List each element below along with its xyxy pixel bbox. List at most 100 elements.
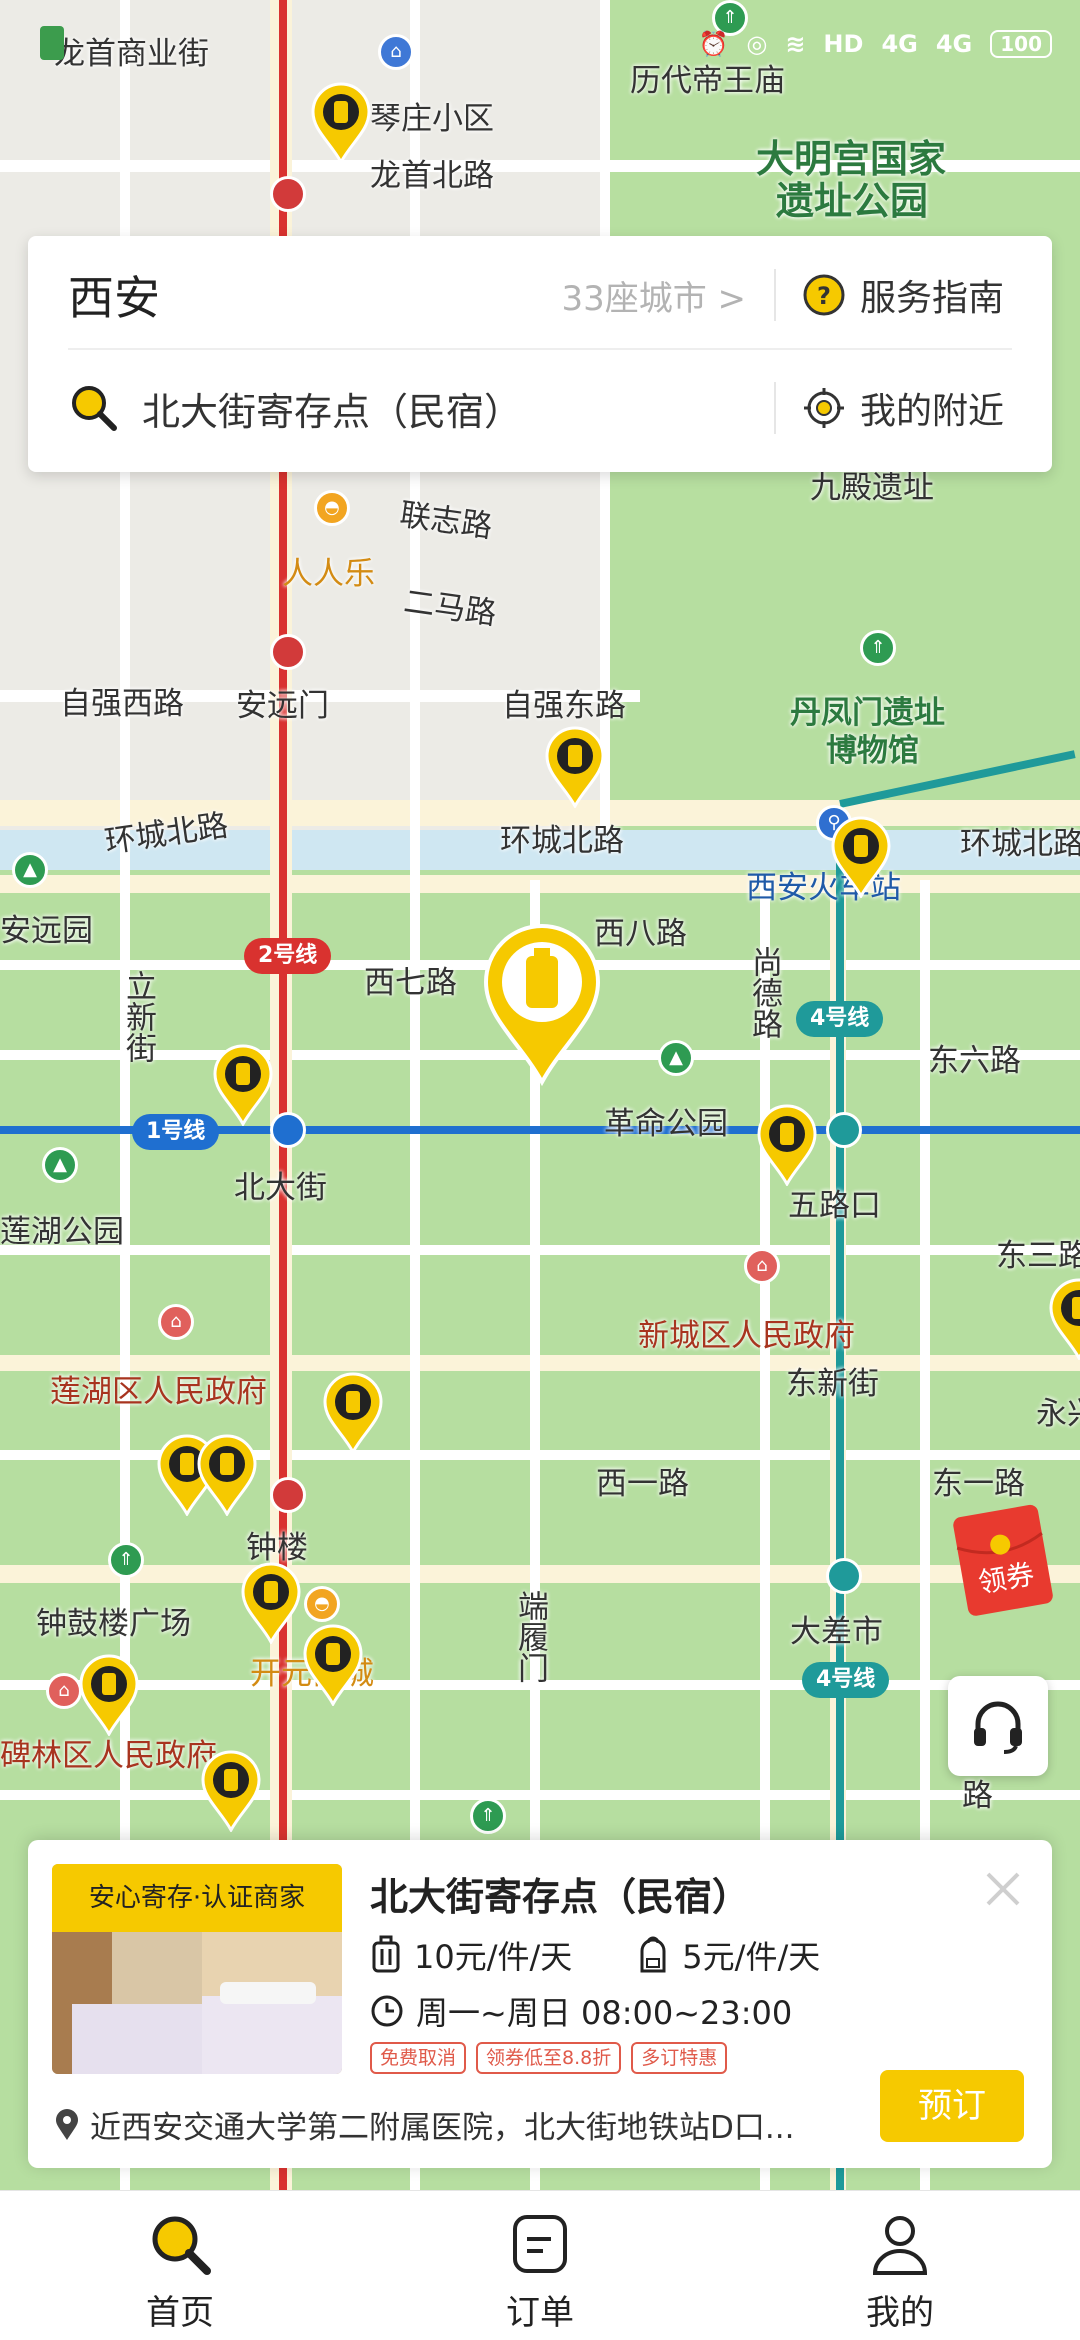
map-label: 龙首北路 — [370, 158, 494, 194]
metro-station-icon — [826, 1558, 862, 1594]
search-icon — [152, 2216, 211, 2275]
book-button[interactable]: 预订 — [880, 2070, 1024, 2142]
map-label: 立新街 — [120, 970, 156, 1063]
hours-row: 周一~周日 08:00~23:00 — [370, 1988, 792, 2034]
svg-text:?: ? — [817, 282, 831, 310]
selected-storage-pin[interactable] — [480, 922, 604, 1087]
storage-location-pin[interactable] — [756, 1104, 818, 1188]
bottom-tab-bar: 首页 订单 我的 — [0, 2190, 1080, 2340]
backpack-icon — [640, 1936, 666, 1973]
park-icon: ▲ — [658, 1040, 694, 1076]
map-label: 博物馆 — [826, 733, 919, 769]
map-label: 革命公园 — [604, 1106, 728, 1142]
opening-hours: 周一~周日 08:00~23:00 — [416, 1994, 793, 2032]
map-label: 人人乐 — [282, 556, 375, 592]
storage-location-pin[interactable] — [302, 1624, 364, 1708]
road-huancheng-inner — [0, 875, 1080, 893]
storage-location-pin[interactable] — [240, 1562, 302, 1646]
bag-price: 5元/件/天 — [682, 1938, 821, 1976]
address-row: 近西安交通大学第二附属医院，北大街地铁站D口... — [54, 2102, 874, 2147]
tab-home-label: 首页 — [146, 2293, 214, 2333]
tab-mine-label: 我的 — [866, 2293, 934, 2333]
store-detail-card[interactable]: 安心寄存·认证商家 北大街寄存点（民宿） 10元/件/天 5元/件/天 周一~周… — [28, 1840, 1052, 2168]
price-row: 10元/件/天 5元/件/天 — [370, 1932, 820, 1978]
map-label: 路 — [962, 1778, 993, 1814]
store-address: 近西安交通大学第二附属医院，北大街地铁站D口... — [90, 2110, 795, 2146]
wifi-icon: ≋ — [785, 30, 806, 58]
storage-location-pin[interactable] — [196, 1434, 258, 1518]
city-selector[interactable]: 西安 — [68, 262, 561, 328]
map-label: 东六路 — [928, 1043, 1021, 1079]
close-icon[interactable] — [976, 1862, 1030, 1916]
promo-tag: 领券低至8.8折 — [476, 2042, 622, 2074]
coupon-button[interactable]: 领券 — [950, 1500, 1060, 1620]
location-pin-icon — [56, 2108, 78, 2140]
park-icon: ⇑ — [470, 1798, 506, 1834]
map-label: 琴庄小区 — [370, 101, 494, 137]
signal-4g-label: 4G — [935, 30, 973, 58]
locate-icon — [804, 388, 844, 428]
metro-station-icon — [270, 1477, 306, 1513]
government-icon: ⌂ — [744, 1248, 780, 1284]
service-guide-button[interactable]: ? 服务指南 — [776, 269, 1012, 321]
alarm-icon: ⏰ — [698, 30, 729, 58]
park-icon: ⇑ — [860, 630, 896, 666]
storage-location-pin[interactable] — [322, 1372, 384, 1456]
network-hd-label: HD — [823, 30, 864, 58]
clock-icon — [371, 1995, 403, 2027]
tab-orders[interactable]: 订单 — [360, 2191, 720, 2340]
tab-orders-label: 订单 — [506, 2293, 574, 2333]
storage-location-pin[interactable] — [212, 1044, 274, 1128]
map-label: 钟楼 — [246, 1530, 308, 1566]
promo-tags: 免费取消 领券低至8.8折 多订特惠 — [370, 2042, 728, 2074]
storage-location-pin[interactable] — [310, 82, 372, 166]
shopping-icon: ◓ — [304, 1586, 340, 1622]
map-label: 西一路 — [596, 1466, 689, 1502]
government-icon: ⌂ — [46, 1673, 82, 1709]
road-h — [0, 1245, 1080, 1255]
metro-tag-line1: 1号线 — [132, 1114, 220, 1150]
map-label: 北大街 — [234, 1170, 327, 1206]
luggage-icon — [372, 1935, 400, 1973]
nearby-label: 我的附近 — [860, 391, 1005, 432]
suitcase-price: 10元/件/天 — [414, 1938, 573, 1976]
tab-home[interactable]: 首页 — [0, 2191, 360, 2340]
metro-station-icon — [270, 634, 306, 670]
metro-station-icon — [270, 176, 306, 212]
storage-location-pin[interactable] — [78, 1654, 140, 1738]
shopping-icon: ◓ — [314, 490, 350, 526]
red-envelope-icon: 领券 — [953, 1504, 1053, 1616]
nearby-button[interactable]: 我的附近 — [776, 382, 1012, 434]
battery-icon: 100 — [990, 30, 1052, 58]
customer-service-button[interactable] — [948, 1676, 1048, 1776]
tab-mine[interactable]: 我的 — [720, 2191, 1080, 2340]
map-label: 环城北路 — [960, 826, 1080, 862]
road-xidajie — [0, 1565, 1080, 1583]
map-label: 钟鼓楼广场 — [36, 1606, 191, 1642]
storage-location-pin[interactable] — [200, 1750, 262, 1834]
certified-badge: 安心寄存·认证商家 — [52, 1864, 342, 1932]
government-icon: ⌂ — [158, 1304, 194, 1340]
map-label: 东一路 — [932, 1466, 1025, 1502]
search-input[interactable]: 北大街寄存点（民宿） — [142, 381, 774, 436]
headset-icon — [974, 1701, 1022, 1754]
map-label: 东三路 — [996, 1238, 1080, 1274]
map-label: 莲湖区人民政府 — [50, 1374, 267, 1410]
map-label: 端履门 — [512, 1590, 548, 1683]
storage-location-pin[interactable] — [830, 816, 892, 900]
road-h — [0, 1790, 1080, 1800]
park-icon: ⇑ — [108, 1542, 144, 1578]
storage-location-pin[interactable] — [1048, 1278, 1080, 1362]
metro-tag-line4: 4号线 — [802, 1662, 890, 1698]
map-label: 莲湖公园 — [0, 1214, 124, 1250]
status-bar: ⏰ ◎ ≋ HD 4G 4G 100 — [0, 0, 1080, 90]
user-icon — [872, 2216, 928, 2275]
metro-station-icon — [270, 1112, 306, 1148]
store-name: 北大街寄存点（民宿） — [370, 1875, 751, 1919]
storage-location-pin[interactable] — [544, 726, 606, 810]
map-label: 安远园 — [0, 913, 93, 949]
city-count-link[interactable]: 33座城市 > — [561, 271, 746, 320]
map-label: 永兴 — [1036, 1396, 1080, 1432]
search-card: 西安 33座城市 > ? 服务指南 北大街寄存点（民宿） 我的附近 — [28, 236, 1052, 472]
park-icon: ▲ — [12, 852, 48, 888]
